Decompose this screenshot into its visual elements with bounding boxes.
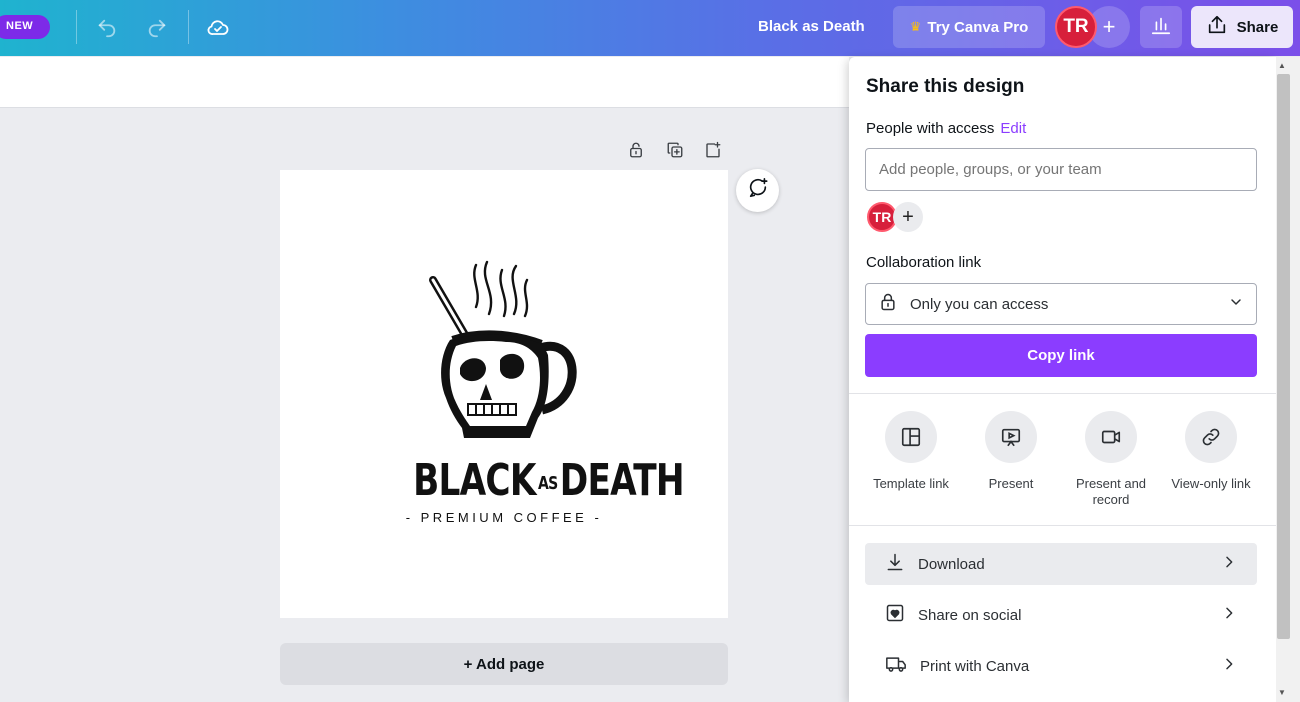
divider [188, 10, 189, 44]
add-member-button[interactable]: + [893, 202, 923, 232]
divider [76, 10, 77, 44]
download-icon [885, 552, 905, 576]
lock-icon[interactable] [624, 138, 648, 162]
copy-link-button[interactable]: Copy link [865, 334, 1257, 377]
add-comment-button[interactable] [736, 169, 779, 212]
edit-link[interactable]: Edit [1000, 120, 1026, 137]
design-page[interactable]: BLACK ASDEATH - PREMIUM COFFEE - [280, 170, 728, 618]
collaboration-link-label: Collaboration link [866, 254, 982, 271]
duplicate-page-icon[interactable] [663, 138, 687, 162]
cloud-saved-icon[interactable] [204, 14, 232, 42]
insights-button[interactable] [1140, 6, 1182, 48]
people-with-access: People with access Edit [866, 120, 1027, 137]
chevron-down-icon [1228, 294, 1244, 314]
chevron-right-icon [1221, 605, 1237, 625]
chevron-right-icon [1221, 656, 1237, 676]
brand-name: BLACK ASDEATH [413, 455, 684, 506]
tagline: - PREMIUM COFFEE - [405, 510, 603, 525]
logo-graphic: BLACK ASDEATH - PREMIUM COFFEE - [280, 170, 728, 618]
divider [849, 393, 1276, 394]
context-toolbar [0, 57, 849, 108]
upload-icon [1206, 14, 1228, 40]
present-option[interactable]: Present [963, 411, 1059, 492]
scroll-up-icon[interactable]: ▲ [1278, 61, 1286, 70]
template-icon [885, 411, 937, 463]
view-only-link-option[interactable]: View-only link [1163, 411, 1259, 492]
divider [849, 525, 1276, 526]
scroll-down-icon[interactable]: ▼ [1278, 688, 1286, 697]
present-icon [985, 411, 1037, 463]
add-page-icon[interactable] [701, 138, 725, 162]
comment-plus-icon [747, 177, 769, 204]
share-panel: Share this design People with access Edit… [849, 57, 1276, 702]
add-people-input[interactable] [865, 148, 1257, 191]
chevron-right-icon [1221, 554, 1237, 574]
access-select[interactable]: Only you can access [865, 283, 1257, 325]
top-bar: NEW Black as Death ♛ Try Canva Pro + TR … [0, 0, 1300, 56]
template-link-option[interactable]: Template link [863, 411, 959, 492]
crown-icon: ♛ [909, 19, 922, 34]
link-icon [1185, 411, 1237, 463]
print-with-canva-row[interactable]: Print with Canva [865, 645, 1257, 687]
truck-icon [885, 654, 907, 678]
try-canva-pro-button[interactable]: ♛ Try Canva Pro [893, 6, 1045, 48]
share-button[interactable]: Share [1191, 6, 1293, 48]
redo-icon[interactable] [143, 14, 171, 42]
avatar[interactable]: TR [1055, 6, 1097, 48]
scrollbar-thumb[interactable] [1277, 74, 1290, 639]
new-badge[interactable]: NEW [0, 15, 50, 39]
undo-icon[interactable] [93, 14, 121, 42]
lock-icon [878, 292, 898, 316]
panel-title: Share this design [866, 76, 1025, 97]
heart-icon [885, 603, 905, 627]
skull-mug-icon [429, 260, 577, 438]
record-icon [1085, 411, 1137, 463]
download-row[interactable]: Download [865, 543, 1257, 585]
present-and-record-option[interactable]: Present and record [1063, 411, 1159, 508]
design-title[interactable]: Black as Death [758, 18, 865, 35]
bar-chart-icon [1150, 14, 1172, 41]
share-on-social-row[interactable]: Share on social [865, 594, 1257, 636]
add-page-button[interactable]: + Add page [280, 643, 728, 685]
